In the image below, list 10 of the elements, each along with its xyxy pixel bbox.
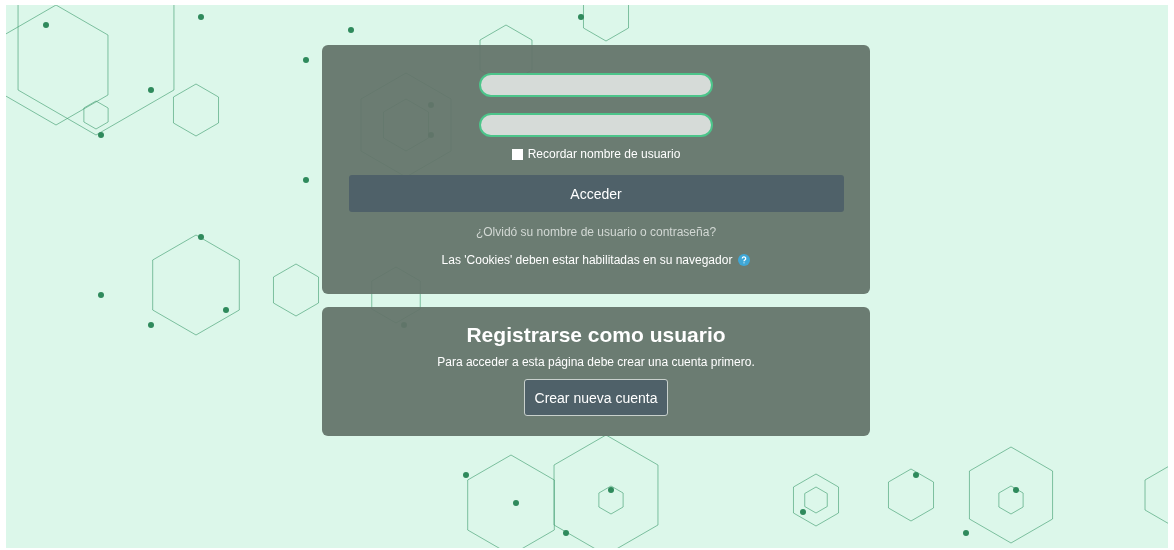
create-account-button[interactable]: Crear nueva cuenta bbox=[523, 379, 669, 416]
password-field[interactable] bbox=[479, 113, 713, 137]
remember-checkbox[interactable] bbox=[511, 148, 523, 160]
help-icon[interactable] bbox=[738, 254, 751, 266]
signup-title: Registrarse como usuario bbox=[466, 323, 726, 347]
cookies-note: Las 'Cookies' deben estar habilitadas en su navegador bbox=[441, 253, 733, 267]
username-field[interactable] bbox=[479, 73, 713, 97]
remember-label: Recordar nombre de usuario bbox=[527, 147, 681, 161]
login-button[interactable]: Acceder bbox=[348, 175, 844, 212]
signup-text: Para acceder a esta página debe crear una cuenta primero. bbox=[437, 355, 755, 369]
